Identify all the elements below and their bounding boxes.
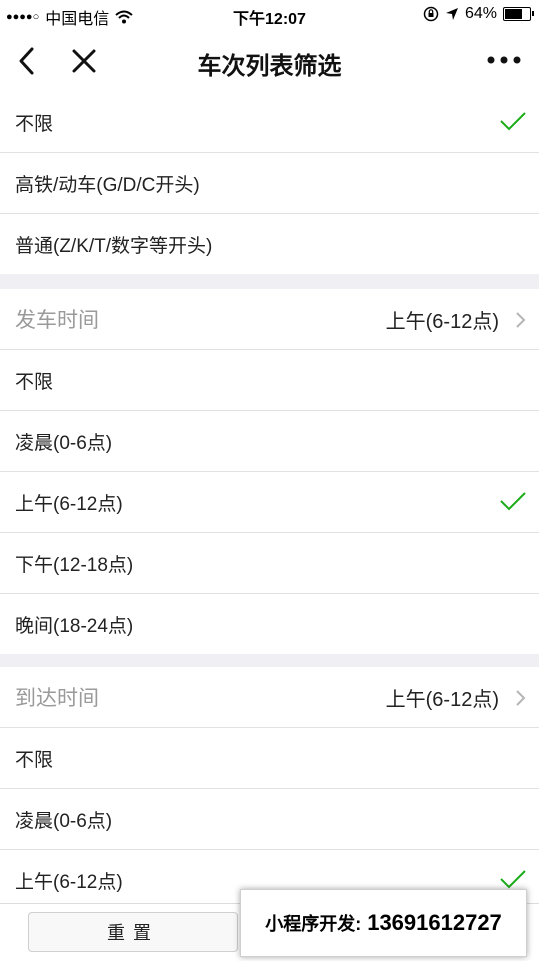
check-icon bbox=[500, 870, 526, 889]
train-type-option-highspeed[interactable]: 高铁/动车(G/D/C开头) bbox=[0, 153, 539, 214]
chevron-right-icon bbox=[516, 312, 526, 328]
promo-banner: 小程序开发: 13691612727 bbox=[240, 889, 527, 957]
arrival-option-early-morning[interactable]: 凌晨(0-6点) bbox=[0, 789, 539, 850]
status-right: 64% bbox=[423, 5, 534, 23]
option-label: 凌晨(0-6点) bbox=[15, 432, 113, 454]
section-header-label: 发车时间 bbox=[15, 309, 99, 332]
option-label: 不限 bbox=[15, 371, 54, 393]
nav-bar: 车次列表筛选 bbox=[0, 30, 539, 92]
train-type-section: 不限 高铁/动车(G/D/C开头) 普通(Z/K/T/数字等开头) bbox=[0, 92, 539, 274]
train-type-option-any[interactable]: 不限 bbox=[0, 92, 539, 153]
option-label: 不限 bbox=[15, 113, 54, 135]
option-label: 凌晨(0-6点) bbox=[15, 810, 113, 832]
departure-option-evening[interactable]: 晚间(18-24点) bbox=[0, 594, 539, 654]
arrival-time-header[interactable]: 到达时间 上午(6-12点) bbox=[0, 667, 539, 728]
arrival-selected-value: 上午(6-12点) bbox=[385, 688, 499, 711]
page-title: 车次列表筛选 bbox=[197, 53, 342, 80]
reset-button[interactable]: 重置 bbox=[28, 912, 238, 952]
status-bar: ●●●●○ 中国电信 下午12:07 64% bbox=[0, 0, 539, 30]
option-label: 普通(Z/K/T/数字等开头) bbox=[15, 235, 213, 257]
train-type-option-normal[interactable]: 普通(Z/K/T/数字等开头) bbox=[0, 214, 539, 274]
arrival-time-section: 到达时间 上午(6-12点) 不限 凌晨(0-6点) 上午(6-12点) bbox=[0, 667, 539, 910]
departure-time-section: 发车时间 上午(6-12点) 不限 凌晨(0-6点) 上午(6-12点) 下午(… bbox=[0, 289, 539, 654]
option-label: 不限 bbox=[15, 749, 54, 771]
promo-phone-number: 13691612727 bbox=[367, 910, 502, 935]
battery-icon bbox=[503, 7, 534, 21]
option-label: 上午(6-12点) bbox=[15, 871, 123, 893]
departure-selected-value: 上午(6-12点) bbox=[385, 310, 499, 333]
option-label: 高铁/动车(G/D/C开头) bbox=[15, 174, 200, 196]
chevron-right-icon bbox=[516, 690, 526, 706]
option-label: 下午(12-18点) bbox=[15, 554, 134, 576]
location-arrow-icon bbox=[445, 8, 458, 20]
option-label: 上午(6-12点) bbox=[15, 493, 123, 515]
rotation-lock-icon bbox=[423, 6, 439, 22]
departure-option-morning[interactable]: 上午(6-12点) bbox=[0, 472, 539, 533]
departure-option-any[interactable]: 不限 bbox=[0, 350, 539, 411]
more-icon[interactable] bbox=[487, 52, 521, 68]
section-header-label: 到达时间 bbox=[15, 687, 99, 710]
departure-option-afternoon[interactable]: 下午(12-18点) bbox=[0, 533, 539, 594]
battery-percent: 64% bbox=[464, 5, 497, 22]
promo-label: 小程序开发: bbox=[265, 914, 362, 934]
check-icon bbox=[500, 112, 526, 131]
departure-option-early-morning[interactable]: 凌晨(0-6点) bbox=[0, 411, 539, 472]
arrival-option-any[interactable]: 不限 bbox=[0, 728, 539, 789]
departure-time-header[interactable]: 发车时间 上午(6-12点) bbox=[0, 289, 539, 350]
option-label: 晚间(18-24点) bbox=[15, 615, 134, 637]
check-icon bbox=[500, 492, 526, 511]
